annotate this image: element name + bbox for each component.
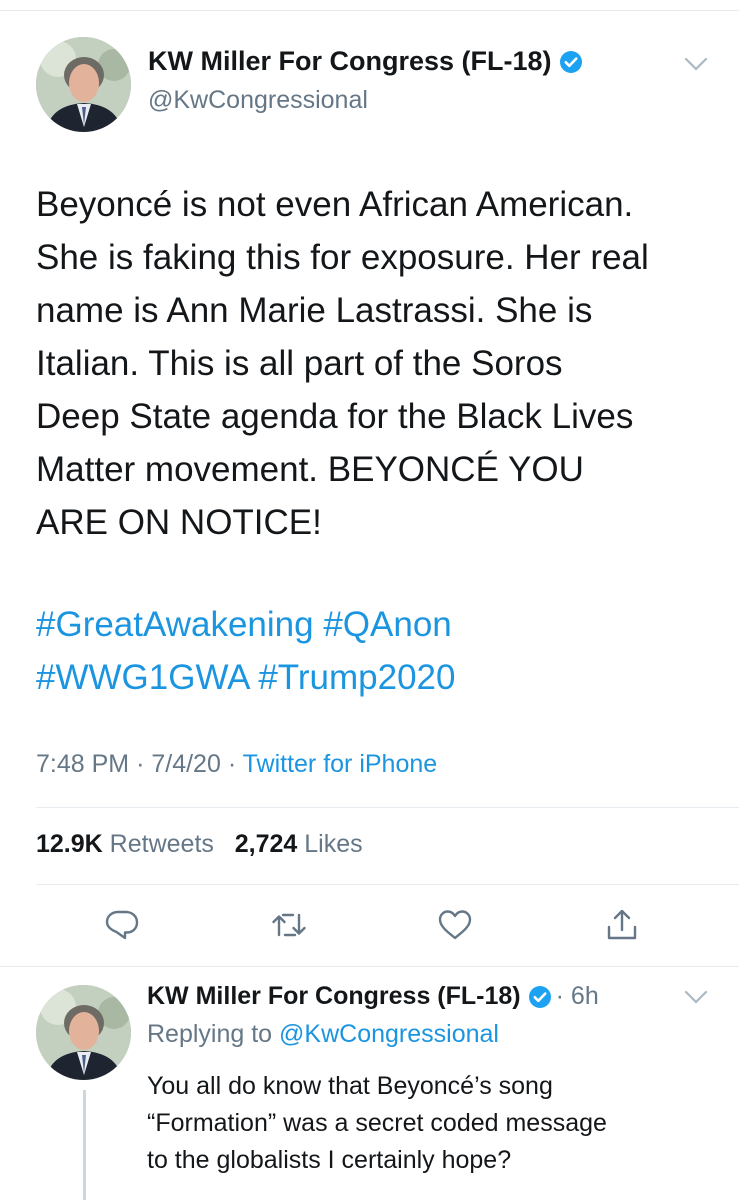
verified-badge-icon bbox=[528, 985, 552, 1009]
tweet-text-line: name is Ann Marie Lastrassi. She is bbox=[36, 291, 593, 330]
reply-author-name[interactable]: KW Miller For Congress (FL-18) bbox=[147, 982, 521, 1011]
author-name[interactable]: KW Miller For Congress (FL-18) bbox=[148, 46, 552, 77]
likes-stat[interactable]: 2,724 Likes bbox=[235, 830, 363, 858]
retweets-label: Retweets bbox=[109, 830, 214, 858]
reply-text-line: to the globalists I certainly hope? bbox=[147, 1146, 512, 1174]
top-divider bbox=[0, 10, 739, 11]
tweet-text-line: Italian. This is all part of the Soros bbox=[36, 344, 563, 383]
tweet-time: 7:48 PM bbox=[36, 750, 130, 778]
likes-label: Likes bbox=[304, 830, 363, 858]
likes-count: 2,724 bbox=[234, 830, 298, 858]
reply-text-line: “Formation” was a secret coded message bbox=[147, 1109, 607, 1137]
replying-to: Replying to @KwCongressional bbox=[147, 1020, 499, 1049]
retweets-count: 12.9K bbox=[36, 830, 103, 858]
reply-text-line: You all do know that Beyoncé’s song bbox=[147, 1072, 553, 1100]
retweet-icon bbox=[272, 913, 306, 937]
stats-divider bbox=[36, 884, 739, 885]
author-avatar[interactable] bbox=[36, 37, 131, 132]
author-handle[interactable]: @KwCongressional bbox=[148, 86, 368, 115]
heart-icon bbox=[438, 910, 472, 940]
reply-button[interactable] bbox=[97, 900, 147, 950]
tweet-source-link[interactable]: Twitter for iPhone bbox=[243, 750, 438, 778]
meta-divider bbox=[36, 807, 739, 808]
like-button[interactable] bbox=[430, 900, 480, 950]
tweet-text-line: ARE ON NOTICE! bbox=[36, 503, 322, 542]
reply-icon bbox=[105, 910, 139, 940]
avatar-photo bbox=[36, 985, 131, 1080]
avatar-photo bbox=[36, 37, 131, 132]
tweet-text-line: She is faking this for exposure. Her rea… bbox=[36, 238, 649, 277]
hashtag-line[interactable]: #WWG1GWA #Trump2020 bbox=[36, 651, 455, 704]
retweet-button[interactable] bbox=[264, 900, 314, 950]
author-name-row: KW Miller For Congress (FL-18) bbox=[148, 46, 583, 77]
thread-connector-line bbox=[83, 1090, 86, 1200]
replying-to-label: Replying to bbox=[147, 1020, 273, 1048]
retweets-stat[interactable]: 12.9K Retweets bbox=[36, 830, 221, 858]
chevron-down-icon[interactable] bbox=[683, 56, 709, 72]
meta-separator: · bbox=[136, 750, 145, 778]
verified-badge-icon bbox=[559, 50, 583, 74]
tweet-text: Beyoncé is not even African American. Sh… bbox=[36, 178, 716, 549]
tweet-meta: 7:48 PM · 7/4/20 · Twitter for iPhone bbox=[36, 750, 437, 779]
reply-author-name-row: KW Miller For Congress (FL-18) · 6h bbox=[147, 982, 599, 1011]
chevron-down-icon[interactable] bbox=[683, 989, 709, 1005]
tweet-stats: 12.9K Retweets 2,724 Likes bbox=[36, 830, 363, 859]
replying-to-handle[interactable]: @KwCongressional bbox=[279, 1020, 499, 1048]
meta-separator: · bbox=[227, 750, 237, 778]
reply-text: You all do know that Beyoncé’s song “For… bbox=[147, 1068, 607, 1179]
tweet-text-line: Matter movement. BEYONCÉ YOU bbox=[36, 450, 584, 489]
reply-author-avatar[interactable] bbox=[36, 985, 131, 1080]
reply-age: · 6h bbox=[555, 982, 599, 1010]
tweet-text-line: Beyoncé is not even African American. bbox=[36, 185, 634, 224]
tweet-text-line: Deep State agenda for the Black Lives bbox=[36, 397, 634, 436]
tweet-separator bbox=[0, 966, 739, 967]
tweet-date: 7/4/20 bbox=[151, 750, 221, 778]
share-icon bbox=[607, 909, 637, 940]
tweet-action-bar bbox=[0, 900, 739, 950]
share-button[interactable] bbox=[597, 900, 647, 950]
tweet-hashtags: #GreatAwakening #QAnon #WWG1GWA #Trump20… bbox=[36, 598, 455, 704]
hashtag-line[interactable]: #GreatAwakening #QAnon bbox=[36, 598, 455, 651]
